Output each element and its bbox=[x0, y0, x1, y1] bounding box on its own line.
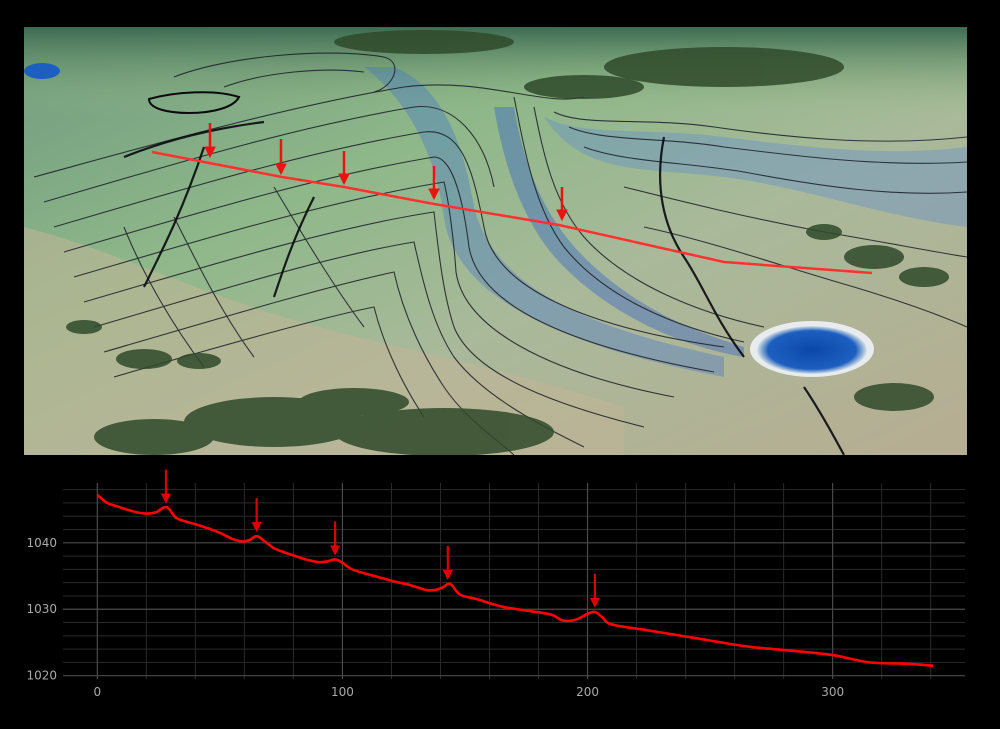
annotation-arrows bbox=[160, 469, 600, 608]
arrow-head bbox=[589, 597, 600, 608]
x-tick-label: 100 bbox=[331, 685, 354, 699]
series-line bbox=[96, 493, 934, 668]
x-tick-label: 0 bbox=[93, 685, 101, 699]
arrow-head bbox=[330, 545, 341, 556]
arrow-head bbox=[160, 493, 171, 504]
x-tick-label: 200 bbox=[576, 685, 599, 699]
y-tick-label: 1020 bbox=[26, 669, 57, 683]
annotation-arrow bbox=[589, 573, 600, 608]
terrain-image bbox=[24, 27, 967, 455]
elevation-profile-chart: 0 100 200 300 1020 1030 1040 bbox=[0, 455, 1000, 725]
minor-grid bbox=[63, 483, 965, 679]
annotation-arrow bbox=[330, 521, 341, 556]
terrain-3d-view bbox=[24, 27, 967, 455]
tick-labels: 0 100 200 300 1020 1030 1040 bbox=[26, 536, 844, 699]
arrow-head bbox=[251, 522, 262, 533]
y-tick-label: 1040 bbox=[26, 536, 57, 550]
annotation-arrow bbox=[442, 545, 453, 580]
arrow-head bbox=[442, 569, 453, 580]
x-tick-label: 300 bbox=[821, 685, 844, 699]
annotation-arrow bbox=[160, 469, 171, 504]
y-tick-label: 1030 bbox=[26, 602, 57, 616]
chart-canvas: 0 100 200 300 1020 1030 1040 bbox=[26, 469, 965, 699]
